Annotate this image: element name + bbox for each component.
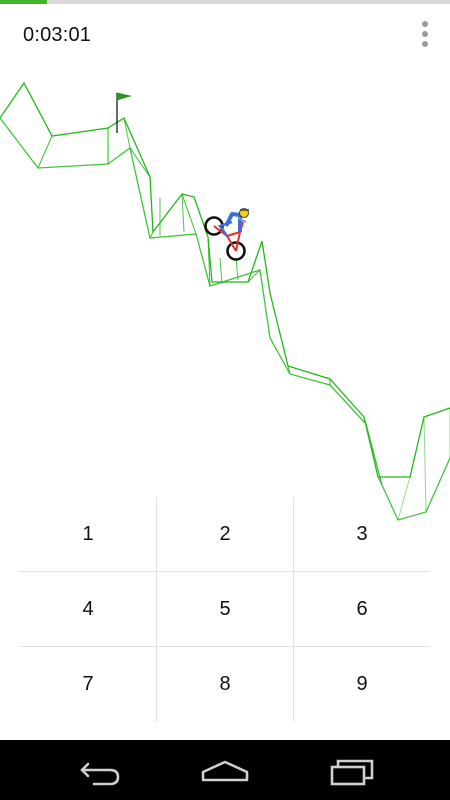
terrain-cross-edge — [149, 231, 154, 239]
recents-icon[interactable] — [322, 750, 382, 790]
key-5[interactable]: 5 — [157, 572, 293, 647]
elapsed-timer: 0:03:01 — [23, 24, 92, 46]
terrain-strut — [123, 117, 131, 149]
overflow-menu-icon[interactable] — [415, 18, 435, 52]
key-2[interactable]: 2 — [157, 497, 293, 572]
key-8[interactable]: 8 — [157, 647, 293, 722]
terrain-strut — [219, 257, 223, 285]
system-navigation-bar — [0, 740, 450, 800]
key-9[interactable]: 9 — [294, 647, 430, 722]
key-3[interactable]: 3 — [294, 497, 430, 572]
back-icon[interactable] — [70, 750, 130, 790]
bmx-rider-icon[interactable] — [204, 208, 250, 261]
number-keypad: 1 2 3 4 5 6 7 8 9 — [20, 497, 430, 722]
key-6[interactable]: 6 — [294, 572, 430, 647]
key-4[interactable]: 4 — [20, 572, 156, 647]
home-icon[interactable] — [195, 750, 255, 790]
terrain-cross-edge — [37, 135, 53, 169]
terrain-track — [0, 81, 450, 521]
key-1[interactable]: 1 — [20, 497, 156, 572]
terrain-top-edge — [0, 81, 450, 478]
key-7[interactable]: 7 — [20, 647, 156, 722]
terrain-bottom-edge — [0, 117, 450, 521]
